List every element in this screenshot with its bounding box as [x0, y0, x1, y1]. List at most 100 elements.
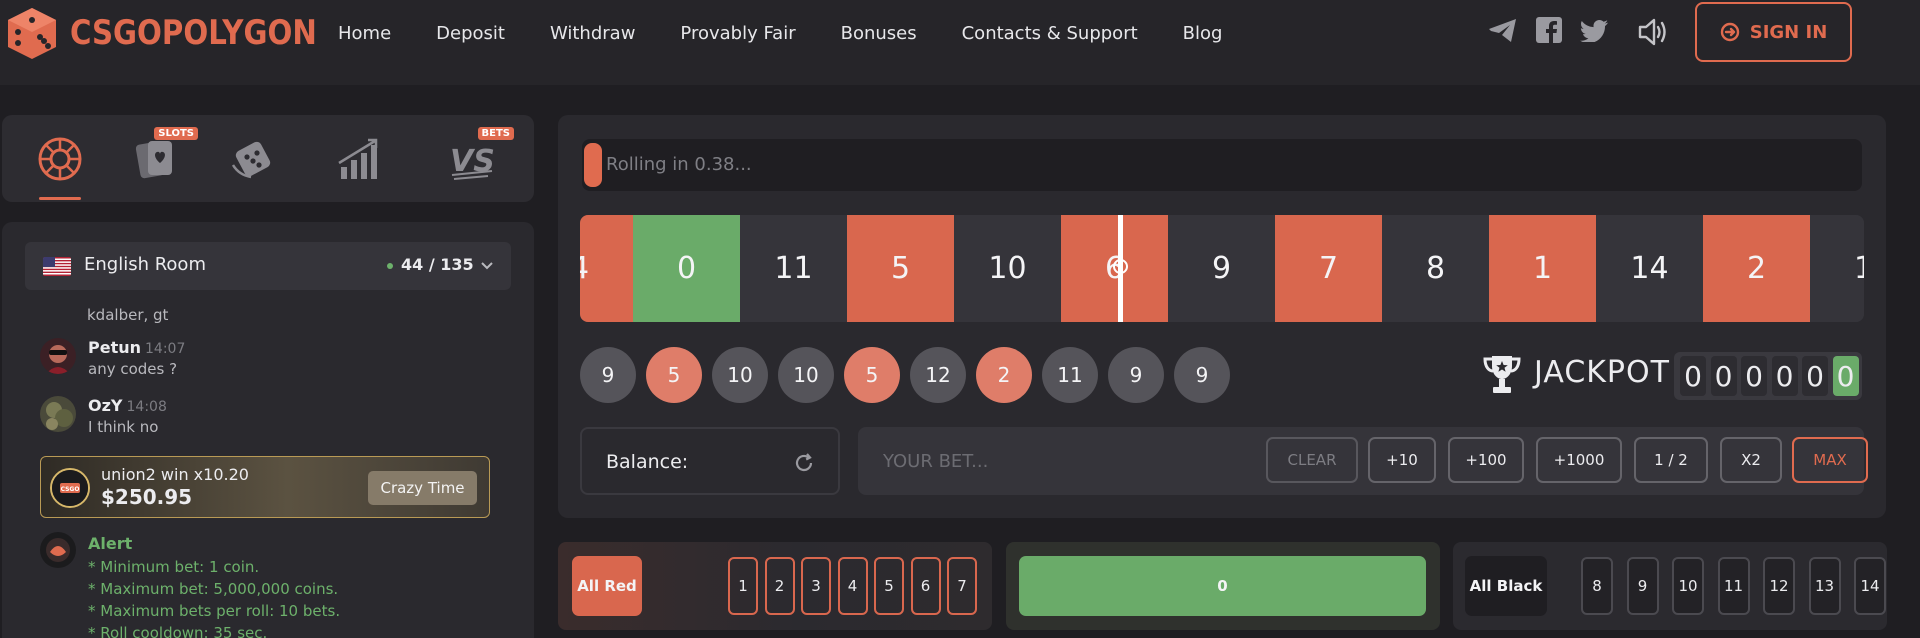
chat-username[interactable]: Petun 14:07	[88, 338, 185, 357]
wheel-tile-black: 11	[740, 215, 847, 322]
wheel-tile-black: 8	[1382, 215, 1489, 322]
top-bar: CSGOPOLYGON Home Deposit Withdraw Provab…	[0, 0, 1920, 85]
bet-number-box[interactable]: 6	[910, 557, 941, 615]
sign-in-icon	[1720, 22, 1739, 42]
bet-number-box[interactable]: 7	[947, 557, 977, 615]
crash-game-icon[interactable]	[335, 135, 383, 183]
history-roll-red: 2	[976, 347, 1032, 403]
bet-number-box[interactable]: 2	[764, 557, 795, 615]
add-10-button[interactable]: +10	[1368, 437, 1436, 483]
us-flag-icon	[43, 257, 71, 276]
bet-amount-input[interactable]	[883, 447, 1263, 475]
wheel-tile-green: 0	[633, 215, 740, 322]
add-1000-button[interactable]: +1000	[1536, 437, 1622, 483]
twitter-icon[interactable]	[1580, 20, 1608, 42]
nav-provably-fair[interactable]: Provably Fair	[680, 23, 795, 44]
bet-green-card: 0	[1006, 542, 1440, 630]
room-name: English Room	[84, 254, 206, 275]
jackpot-digit: 0	[1802, 356, 1828, 396]
win-game-button[interactable]: Crazy Time	[368, 471, 477, 505]
bet-controls: CLEAR +10 +100 +1000 1 / 2 X2 MAX	[858, 427, 1868, 495]
history-roll-black: 11	[1042, 347, 1098, 403]
chat-username[interactable]: OzY 14:08	[88, 396, 167, 415]
bet-number-box[interactable]: 4	[837, 557, 868, 615]
logo[interactable]: CSGOPOLYGON	[0, 0, 357, 66]
bet-number-box[interactable]: 1	[728, 557, 758, 615]
balance-box: Balance:	[580, 427, 840, 495]
bet-number-box[interactable]: 3	[801, 557, 831, 615]
avatar: CSGO	[50, 468, 90, 508]
bet-number-box[interactable]: 13	[1808, 557, 1841, 615]
roll-status: Rolling in 0.38...	[606, 154, 752, 175]
history-roll-black: 9	[580, 347, 636, 403]
nav-home[interactable]: Home	[338, 23, 391, 44]
nav-blog[interactable]: Blog	[1183, 23, 1223, 44]
jackpot-digit: 0	[1741, 356, 1767, 396]
history-roll-red: 5	[646, 347, 702, 403]
all-red-button[interactable]: All Red	[572, 556, 642, 616]
wheel-tile-black: 9	[1168, 215, 1275, 322]
history-roll-black: 10	[712, 347, 768, 403]
room-selector[interactable]: English Room 44 / 135	[25, 242, 511, 290]
bet-number-box[interactable]: 12	[1763, 557, 1795, 615]
wheel-tile-black: 10	[954, 215, 1061, 322]
alert-username: Alert	[88, 534, 133, 553]
chat-message-text: I think no	[88, 418, 159, 436]
alert-line: * Maximum bets per roll: 10 bets.	[88, 602, 341, 620]
alert-line: * Minimum bet: 1 coin.	[88, 558, 260, 576]
telegram-icon[interactable]	[1488, 17, 1518, 45]
nav-withdraw[interactable]: Withdraw	[550, 23, 635, 44]
roulette-game-icon[interactable]	[36, 135, 84, 183]
bet-green-button[interactable]: 0	[1019, 556, 1426, 616]
wheel-pointer-dot	[1113, 259, 1128, 274]
half-bet-button[interactable]: 1 / 2	[1634, 437, 1708, 483]
dice-game-icon[interactable]	[229, 135, 277, 183]
bet-number-box[interactable]: 11	[1717, 557, 1750, 615]
chat-time: 14:08	[126, 399, 167, 415]
history-roll-black: 12	[910, 347, 966, 403]
chat-message-text: kdalber, gt	[87, 306, 169, 324]
nav-bonuses[interactable]: Bonuses	[841, 23, 917, 44]
bet-number-box[interactable]: 8	[1581, 557, 1613, 615]
wheel-tile-red: 5	[847, 215, 954, 322]
jackpot-digit: 0	[1832, 356, 1859, 396]
nav-contacts-support[interactable]: Contacts & Support	[962, 23, 1138, 44]
main-nav: Home Deposit Withdraw Provably Fair Bonu…	[338, 0, 1222, 66]
wheel-tile-black: 14	[1596, 215, 1703, 322]
bet-number-box[interactable]: 10	[1672, 557, 1704, 615]
bet-number-box[interactable]: 14	[1854, 557, 1886, 615]
win-amount: $250.95	[101, 485, 193, 509]
refresh-icon[interactable]	[792, 451, 816, 475]
max-bet-button[interactable]: MAX	[1792, 437, 1868, 483]
bets-tag: BETS	[477, 127, 514, 140]
online-count: 44 / 135	[401, 255, 474, 274]
jackpot-label: JACKPOT	[1534, 355, 1670, 390]
versus-bets-game-icon[interactable]: VS BETS	[448, 127, 514, 183]
sound-icon[interactable]	[1638, 18, 1668, 46]
bet-number-box[interactable]: 5	[874, 557, 904, 615]
alert-line: * Roll cooldown: 35 sec.	[88, 624, 268, 638]
all-black-button[interactable]: All Black	[1465, 556, 1547, 616]
roll-progress: Rolling in 0.38...	[582, 139, 1862, 191]
nav-deposit[interactable]: Deposit	[436, 23, 505, 44]
bet-red-card: All Red 1234567	[558, 542, 992, 630]
jackpot-counter: 000000	[1674, 352, 1862, 400]
bet-number-box[interactable]: 9	[1626, 557, 1659, 615]
roll-progress-fill	[584, 143, 602, 187]
roulette-panel: Rolling in 0.38... 1214187961051104 9510…	[558, 115, 1886, 518]
slots-game-icon[interactable]: SLOTS	[132, 127, 198, 183]
facebook-icon[interactable]	[1536, 17, 1562, 43]
clear-bet-button[interactable]: CLEAR	[1266, 437, 1358, 483]
add-100-button[interactable]: +100	[1448, 437, 1524, 483]
avatar[interactable]	[40, 396, 76, 432]
big-win-card: CSGO union2 win x10.20 $250.95 Crazy Tim…	[40, 456, 490, 518]
svg-text:CSGO: CSGO	[61, 486, 80, 493]
trophy-icon	[1483, 356, 1521, 393]
sign-in-button[interactable]: SIGN IN	[1695, 2, 1852, 62]
avatar[interactable]	[40, 338, 76, 374]
dice-logo-icon	[8, 8, 56, 59]
slots-tag: SLOTS	[154, 127, 198, 140]
sign-in-label: SIGN IN	[1749, 21, 1828, 43]
double-bet-button[interactable]: X2	[1720, 437, 1782, 483]
wheel-tile-black: 1	[1810, 215, 1864, 322]
